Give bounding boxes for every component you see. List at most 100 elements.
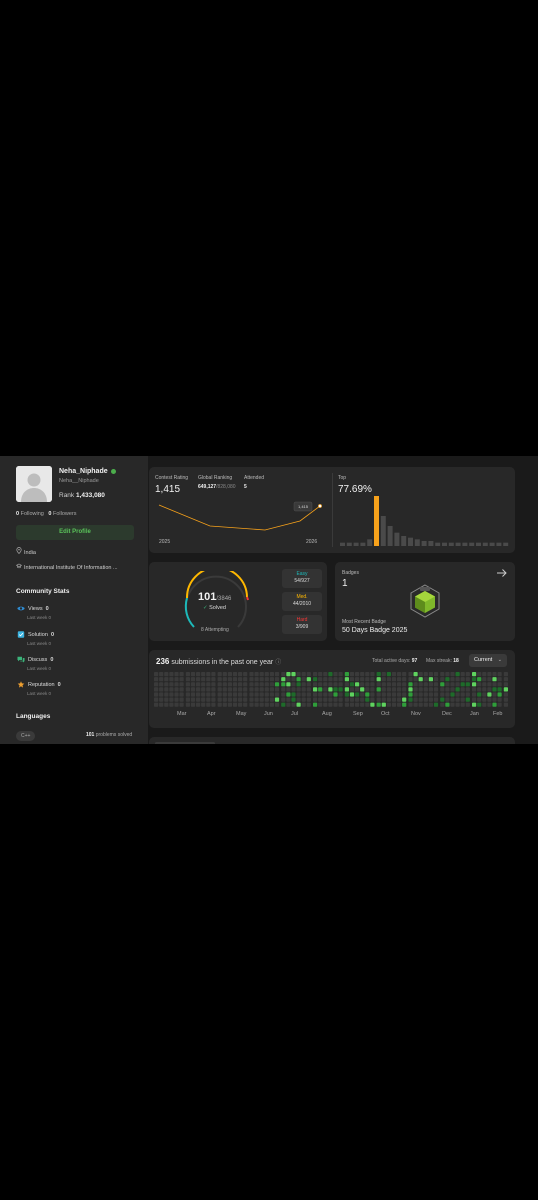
heatmap-cell[interactable]: [402, 687, 407, 692]
heatmap-cell[interactable]: [211, 692, 216, 697]
heatmap-cell[interactable]: [313, 687, 318, 692]
heatmap-cell[interactable]: [185, 687, 190, 692]
heatmap-cell[interactable]: [301, 702, 306, 707]
heatmap-cell[interactable]: [472, 682, 477, 687]
heatmap-cell[interactable]: [376, 672, 381, 677]
heatmap-cell[interactable]: [487, 682, 492, 687]
following-count[interactable]: 0: [16, 511, 19, 517]
heatmap-cell[interactable]: [338, 692, 343, 697]
heatmap-cell[interactable]: [360, 702, 365, 707]
heatmap-cell[interactable]: [211, 697, 216, 702]
heatmap-cell[interactable]: [269, 682, 274, 687]
heatmap-cell[interactable]: [487, 702, 492, 707]
heatmap-cell[interactable]: [408, 692, 413, 697]
heatmap-cell[interactable]: [264, 702, 269, 707]
heatmap-cell[interactable]: [291, 692, 296, 697]
heatmap-cell[interactable]: [174, 697, 179, 702]
heatmap-cell[interactable]: [169, 687, 174, 692]
heatmap-cell[interactable]: [227, 702, 232, 707]
heatmap-cell[interactable]: [365, 702, 370, 707]
heatmap-cell[interactable]: [497, 692, 502, 697]
heatmap-cell[interactable]: [450, 702, 455, 707]
heatmap-cell[interactable]: [306, 692, 311, 697]
heatmap-cell[interactable]: [291, 702, 296, 707]
heatmap-cell[interactable]: [460, 702, 465, 707]
heatmap-cell[interactable]: [159, 672, 164, 677]
heatmap-cell[interactable]: [428, 682, 433, 687]
heatmap-cell[interactable]: [402, 677, 407, 682]
heatmap-cell[interactable]: [274, 702, 280, 707]
heatmap-cell[interactable]: [360, 697, 365, 702]
heatmap-cell[interactable]: [164, 697, 169, 702]
heatmap-cell[interactable]: [249, 692, 254, 697]
heatmap-cell[interactable]: [164, 692, 169, 697]
heatmap-cell[interactable]: [306, 702, 311, 707]
heatmap-cell[interactable]: [318, 697, 323, 702]
heatmap-cell[interactable]: [306, 697, 311, 702]
heatmap-cell[interactable]: [196, 692, 201, 697]
heatmap-cell[interactable]: [306, 687, 311, 692]
heatmap-cell[interactable]: [492, 697, 497, 702]
heatmap-cell[interactable]: [259, 692, 264, 697]
heatmap-cell[interactable]: [492, 702, 497, 707]
histogram-bar[interactable]: [340, 542, 345, 546]
heatmap-cell[interactable]: [477, 672, 482, 677]
heatmap-cell[interactable]: [333, 687, 338, 692]
heatmap-cell[interactable]: [408, 672, 413, 677]
heatmap-cell[interactable]: [222, 692, 227, 697]
heatmap-cell[interactable]: [370, 677, 375, 682]
heatmap-cell[interactable]: [497, 687, 502, 692]
heatmap-cell[interactable]: [269, 672, 274, 677]
heatmap-cell[interactable]: [232, 677, 238, 682]
heatmap-cell[interactable]: [433, 702, 439, 707]
heatmap-cell[interactable]: [169, 677, 174, 682]
heatmap-cell[interactable]: [333, 682, 338, 687]
heatmap-cell[interactable]: [455, 677, 460, 682]
heatmap-cell[interactable]: [445, 692, 450, 697]
heatmap-cell[interactable]: [179, 697, 184, 702]
heatmap-cell[interactable]: [174, 677, 179, 682]
heatmap-cell[interactable]: [349, 687, 355, 692]
heatmap-cell[interactable]: [296, 677, 301, 682]
heatmap-cell[interactable]: [455, 692, 460, 697]
heatmap-cell[interactable]: [445, 682, 450, 687]
heatmap-cell[interactable]: [344, 687, 349, 692]
histogram-bar[interactable]: [367, 539, 373, 546]
heatmap-cell[interactable]: [482, 682, 487, 687]
heatmap-cell[interactable]: [222, 687, 227, 692]
heatmap-cell[interactable]: [418, 682, 423, 687]
heatmap-cell[interactable]: [185, 697, 190, 702]
heatmap-cell[interactable]: [323, 692, 328, 697]
heatmap-cell[interactable]: [154, 687, 159, 692]
heatmap-cell[interactable]: [365, 682, 370, 687]
heatmap-cell[interactable]: [286, 692, 291, 697]
heatmap-cell[interactable]: [154, 692, 159, 697]
heatmap-cell[interactable]: [296, 692, 301, 697]
heatmap-cell[interactable]: [386, 677, 391, 682]
heatmap-cell[interactable]: [211, 677, 216, 682]
heatmap-cell[interactable]: [254, 697, 259, 702]
heatmap-cell[interactable]: [185, 702, 190, 707]
heatmap-cell[interactable]: [243, 677, 248, 682]
heatmap-cell[interactable]: [286, 672, 291, 677]
heatmap-cell[interactable]: [418, 692, 423, 697]
hard-pill[interactable]: Hard 3/909: [282, 615, 322, 634]
heatmap-cell[interactable]: [201, 682, 206, 687]
heatmap-cell[interactable]: [333, 672, 338, 677]
heatmap-cell[interactable]: [201, 702, 206, 707]
heatmap-cell[interactable]: [164, 702, 169, 707]
heatmap-cell[interactable]: [154, 697, 159, 702]
heatmap-cell[interactable]: [281, 692, 286, 697]
heatmap-cell[interactable]: [408, 697, 413, 702]
heatmap-cell[interactable]: [433, 677, 439, 682]
heatmap-cell[interactable]: [185, 677, 190, 682]
heatmap-cell[interactable]: [286, 687, 291, 692]
heatmap-cell[interactable]: [190, 682, 196, 687]
heatmap-cell[interactable]: [460, 682, 465, 687]
heatmap-cell[interactable]: [365, 672, 370, 677]
heatmap-cell[interactable]: [286, 682, 291, 687]
heatmap-cell[interactable]: [281, 702, 286, 707]
heatmap-cell[interactable]: [381, 677, 386, 682]
heatmap-cell[interactable]: [179, 677, 184, 682]
heatmap-cell[interactable]: [286, 697, 291, 702]
